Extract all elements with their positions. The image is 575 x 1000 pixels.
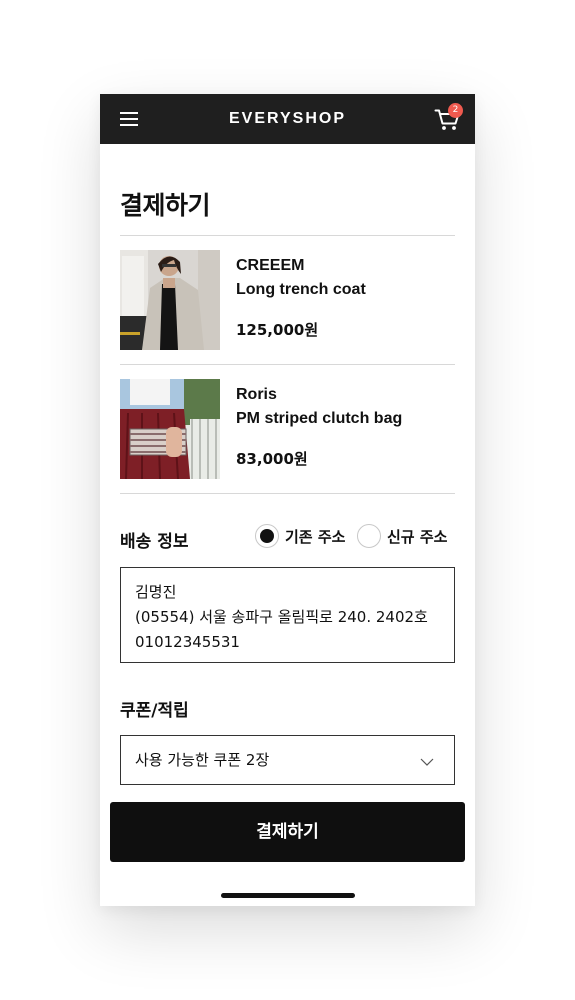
top-navigation-bar: EVERYSHOP 2	[100, 94, 475, 144]
radio-checked-icon	[255, 524, 279, 548]
brand-logo: EVERYSHOP	[229, 110, 346, 127]
product-image-clutch-bag	[120, 379, 220, 479]
item-name: PM striped clutch bag	[236, 410, 403, 427]
radio-label: 기존 주소	[285, 528, 346, 546]
item-brand: Roris	[236, 386, 277, 403]
coupon-select[interactable]: 사용 가능한 쿠폰 2장	[120, 735, 455, 785]
cart-count-badge: 2	[448, 103, 463, 118]
divider	[120, 493, 455, 494]
radio-existing-address[interactable]: 기존 주소	[255, 523, 355, 549]
home-indicator	[221, 893, 355, 898]
coupon-selected-value: 사용 가능한 쿠폰 2장	[135, 751, 270, 769]
cart-item[interactable]: CREEEM Long trench coat 125,000원	[120, 250, 455, 350]
cart-item[interactable]: Roris PM striped clutch bag 83,000원	[120, 379, 455, 479]
item-price: 125,000원	[236, 321, 319, 339]
divider	[120, 235, 455, 236]
address-line: (05554) 서울 송파구 올림픽로 240. 2402호	[135, 608, 428, 626]
phone-number: 01012345531	[135, 633, 240, 651]
phone-screen: EVERYSHOP 2 결제하기 CREEEM Long trench coat…	[100, 94, 475, 906]
radio-unchecked-icon	[357, 524, 381, 548]
product-image-trench-coat	[120, 250, 220, 350]
radio-new-address[interactable]: 신규 주소	[357, 523, 457, 549]
divider	[120, 364, 455, 365]
item-price: 83,000원	[236, 450, 308, 468]
pay-button[interactable]: 결제하기	[110, 802, 465, 862]
chevron-down-icon	[420, 752, 434, 766]
item-name: Long trench coat	[236, 281, 366, 298]
menu-icon[interactable]	[120, 111, 138, 127]
shipping-info-label: 배송 정보	[120, 532, 189, 552]
recipient-name: 김명진	[135, 583, 177, 601]
coupon-points-label: 쿠폰/적립	[120, 701, 189, 721]
item-brand: CREEEM	[236, 257, 305, 274]
page-title: 결제하기	[120, 191, 211, 220]
shipping-address-box[interactable]: 김명진 (05554) 서울 송파구 올림픽로 240. 2402호 01012…	[120, 567, 455, 663]
radio-label: 신규 주소	[387, 528, 448, 546]
